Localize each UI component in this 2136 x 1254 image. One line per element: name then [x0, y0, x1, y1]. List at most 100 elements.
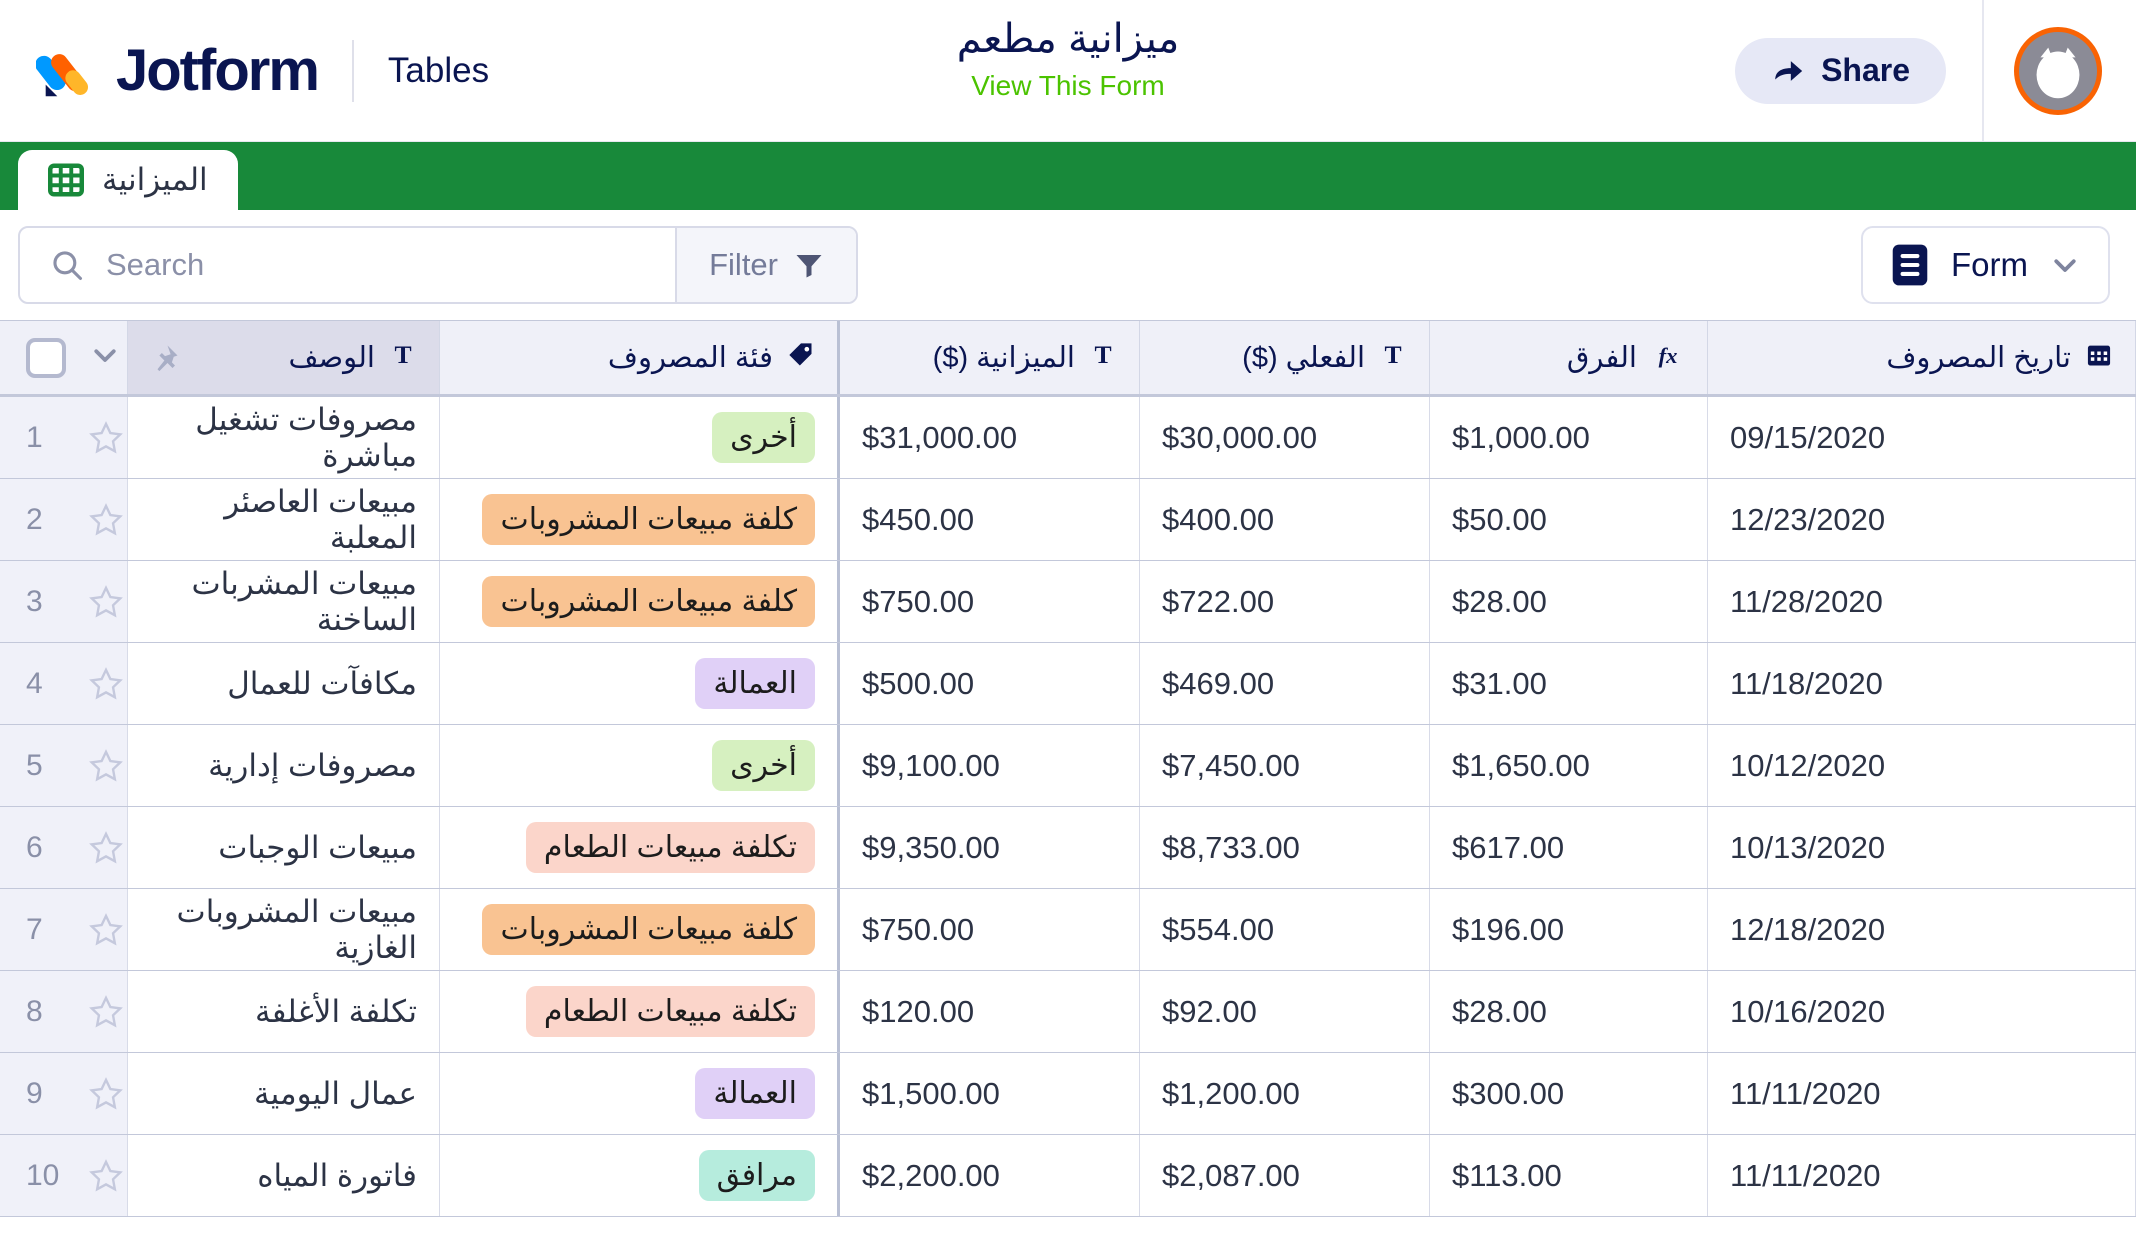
- column-header-budget[interactable]: T الميزانية ($): [840, 321, 1140, 394]
- cell-desc[interactable]: مصروفات إدارية: [128, 725, 440, 806]
- cell-date[interactable]: 12/18/2020: [1708, 889, 2136, 970]
- star-icon[interactable]: [88, 994, 124, 1030]
- cell-budget[interactable]: $1,500.00: [840, 1053, 1140, 1134]
- table-row[interactable]: 8تكلفة الأغلفةتكلفة مبيعات الطعام$120.00…: [0, 971, 2136, 1053]
- filter-button[interactable]: Filter: [675, 228, 856, 302]
- form-view-button[interactable]: Form: [1861, 226, 2110, 304]
- row-menu-chevron-down-icon[interactable]: [90, 340, 120, 375]
- pin-icon[interactable]: [150, 343, 180, 373]
- cell-difference[interactable]: $50.00: [1430, 479, 1708, 560]
- cell-category[interactable]: كلفة مبيعات المشروبات: [440, 889, 840, 970]
- select-all-checkbox[interactable]: [26, 338, 66, 378]
- table-row[interactable]: 1مصروفات تشغيل مباشرةأخرى$31,000.00$30,0…: [0, 397, 2136, 479]
- cell-desc[interactable]: عمال اليومية: [128, 1053, 440, 1134]
- cell-difference[interactable]: $28.00: [1430, 561, 1708, 642]
- table-row[interactable]: 2مبيعات العاصئر المعلبةكلفة مبيعات المشر…: [0, 479, 2136, 561]
- star-icon[interactable]: [88, 830, 124, 866]
- cell-difference[interactable]: $1,650.00: [1430, 725, 1708, 806]
- row-number-cell[interactable]: 2: [0, 479, 128, 560]
- cell-desc[interactable]: مكافآت للعمال: [128, 643, 440, 724]
- cell-category[interactable]: العمالة: [440, 643, 840, 724]
- row-number-cell[interactable]: 10: [0, 1135, 128, 1216]
- table-row[interactable]: 3مبيعات المشربات الساخنةكلفة مبيعات المش…: [0, 561, 2136, 643]
- star-icon[interactable]: [88, 420, 124, 456]
- cell-difference[interactable]: $196.00: [1430, 889, 1708, 970]
- cell-actual[interactable]: $722.00: [1140, 561, 1430, 642]
- row-number-cell[interactable]: 8: [0, 971, 128, 1052]
- cell-desc[interactable]: مبيعات العاصئر المعلبة: [128, 479, 440, 560]
- cell-category[interactable]: تكلفة مبيعات الطعام: [440, 971, 840, 1052]
- cell-date[interactable]: 10/12/2020: [1708, 725, 2136, 806]
- cell-budget[interactable]: $450.00: [840, 479, 1140, 560]
- cell-difference[interactable]: $31.00: [1430, 643, 1708, 724]
- cell-budget[interactable]: $9,350.00: [840, 807, 1140, 888]
- star-icon[interactable]: [88, 912, 124, 948]
- cell-desc[interactable]: مبيعات المشروبات الغازية: [128, 889, 440, 970]
- cell-difference[interactable]: $617.00: [1430, 807, 1708, 888]
- cell-budget[interactable]: $750.00: [840, 889, 1140, 970]
- cell-actual[interactable]: $30,000.00: [1140, 397, 1430, 478]
- cell-category[interactable]: مرافق: [440, 1135, 840, 1216]
- table-row[interactable]: 10فاتورة المياهمرافق$2,200.00$2,087.00$1…: [0, 1135, 2136, 1217]
- column-header-category[interactable]: فئة المصروف: [440, 321, 840, 394]
- row-number-cell[interactable]: 4: [0, 643, 128, 724]
- cell-desc[interactable]: مبيعات الوجبات: [128, 807, 440, 888]
- cell-budget[interactable]: $120.00: [840, 971, 1140, 1052]
- table-row[interactable]: 4مكافآت للعمالالعمالة$500.00$469.00$31.0…: [0, 643, 2136, 725]
- cell-category[interactable]: كلفة مبيعات المشروبات: [440, 479, 840, 560]
- cell-category[interactable]: أخرى: [440, 725, 840, 806]
- share-button[interactable]: Share: [1735, 38, 1946, 104]
- cell-date[interactable]: 11/11/2020: [1708, 1135, 2136, 1216]
- cell-actual[interactable]: $7,450.00: [1140, 725, 1430, 806]
- column-header-desc[interactable]: T الوصف: [128, 321, 440, 394]
- cell-budget[interactable]: $750.00: [840, 561, 1140, 642]
- row-number-cell[interactable]: 7: [0, 889, 128, 970]
- cell-actual[interactable]: $2,087.00: [1140, 1135, 1430, 1216]
- cell-actual[interactable]: $8,733.00: [1140, 807, 1430, 888]
- cell-actual[interactable]: $92.00: [1140, 971, 1430, 1052]
- cell-budget[interactable]: $2,200.00: [840, 1135, 1140, 1216]
- cell-difference[interactable]: $113.00: [1430, 1135, 1708, 1216]
- cell-difference[interactable]: $28.00: [1430, 971, 1708, 1052]
- cell-budget[interactable]: $9,100.00: [840, 725, 1140, 806]
- star-icon[interactable]: [88, 748, 124, 784]
- row-number-cell[interactable]: 1: [0, 397, 128, 478]
- cell-desc[interactable]: فاتورة المياه: [128, 1135, 440, 1216]
- cell-actual[interactable]: $1,200.00: [1140, 1053, 1430, 1134]
- cell-actual[interactable]: $400.00: [1140, 479, 1430, 560]
- tab-budget[interactable]: الميزانية: [18, 150, 238, 210]
- star-icon[interactable]: [88, 584, 124, 620]
- cell-budget[interactable]: $500.00: [840, 643, 1140, 724]
- cell-category[interactable]: تكلفة مبيعات الطعام: [440, 807, 840, 888]
- star-icon[interactable]: [88, 666, 124, 702]
- cell-date[interactable]: 11/28/2020: [1708, 561, 2136, 642]
- row-number-cell[interactable]: 6: [0, 807, 128, 888]
- search-field[interactable]: [20, 228, 675, 302]
- table-row[interactable]: 7مبيعات المشروبات الغازيةكلفة مبيعات الم…: [0, 889, 2136, 971]
- table-row[interactable]: 9عمال اليوميةالعمالة$1,500.00$1,200.00$3…: [0, 1053, 2136, 1135]
- cell-actual[interactable]: $554.00: [1140, 889, 1430, 970]
- select-all-header[interactable]: [0, 321, 128, 394]
- row-number-cell[interactable]: 3: [0, 561, 128, 642]
- view-this-form-link[interactable]: View This Form: [971, 70, 1164, 102]
- cell-date[interactable]: 11/18/2020: [1708, 643, 2136, 724]
- avatar[interactable]: [2014, 27, 2102, 115]
- column-header-actual[interactable]: T الفعلي ($): [1140, 321, 1430, 394]
- star-icon[interactable]: [88, 1076, 124, 1112]
- table-row[interactable]: 5مصروفات إداريةأخرى$9,100.00$7,450.00$1,…: [0, 725, 2136, 807]
- cell-difference[interactable]: $300.00: [1430, 1053, 1708, 1134]
- row-number-cell[interactable]: 5: [0, 725, 128, 806]
- cell-date[interactable]: 12/23/2020: [1708, 479, 2136, 560]
- cell-desc[interactable]: مصروفات تشغيل مباشرة: [128, 397, 440, 478]
- cell-difference[interactable]: $1,000.00: [1430, 397, 1708, 478]
- star-icon[interactable]: [88, 502, 124, 538]
- cell-actual[interactable]: $469.00: [1140, 643, 1430, 724]
- brand-area[interactable]: Jotform Tables: [0, 0, 489, 141]
- cell-date[interactable]: 10/16/2020: [1708, 971, 2136, 1052]
- column-header-difference[interactable]: fx الفرق: [1430, 321, 1708, 394]
- row-number-cell[interactable]: 9: [0, 1053, 128, 1134]
- cell-date[interactable]: 10/13/2020: [1708, 807, 2136, 888]
- column-header-date[interactable]: تاريخ المصروف: [1708, 321, 2136, 394]
- cell-category[interactable]: أخرى: [440, 397, 840, 478]
- cell-desc[interactable]: مبيعات المشربات الساخنة: [128, 561, 440, 642]
